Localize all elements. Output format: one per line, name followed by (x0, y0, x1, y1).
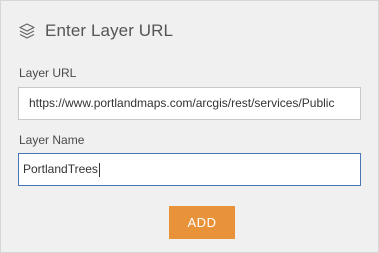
layer-name-value: PortlandTrees (23, 162, 98, 176)
panel-title: Enter Layer URL (45, 21, 174, 40)
panel-header: Enter Layer URL (18, 20, 173, 42)
layer-name-label: Layer Name (19, 133, 85, 147)
layer-name-input[interactable]: PortlandTrees (18, 153, 361, 186)
enter-layer-url-panel: Enter Layer URL Layer URL https://www.po… (0, 0, 379, 253)
add-button[interactable]: ADD (169, 206, 235, 239)
layer-url-label: Layer URL (19, 66, 77, 80)
layer-url-input[interactable]: https://www.portlandmaps.com/arcgis/rest… (18, 87, 361, 120)
layer-url-value: https://www.portlandmaps.com/arcgis/rest… (29, 96, 335, 110)
layers-icon (18, 22, 36, 40)
text-cursor (98, 162, 100, 177)
